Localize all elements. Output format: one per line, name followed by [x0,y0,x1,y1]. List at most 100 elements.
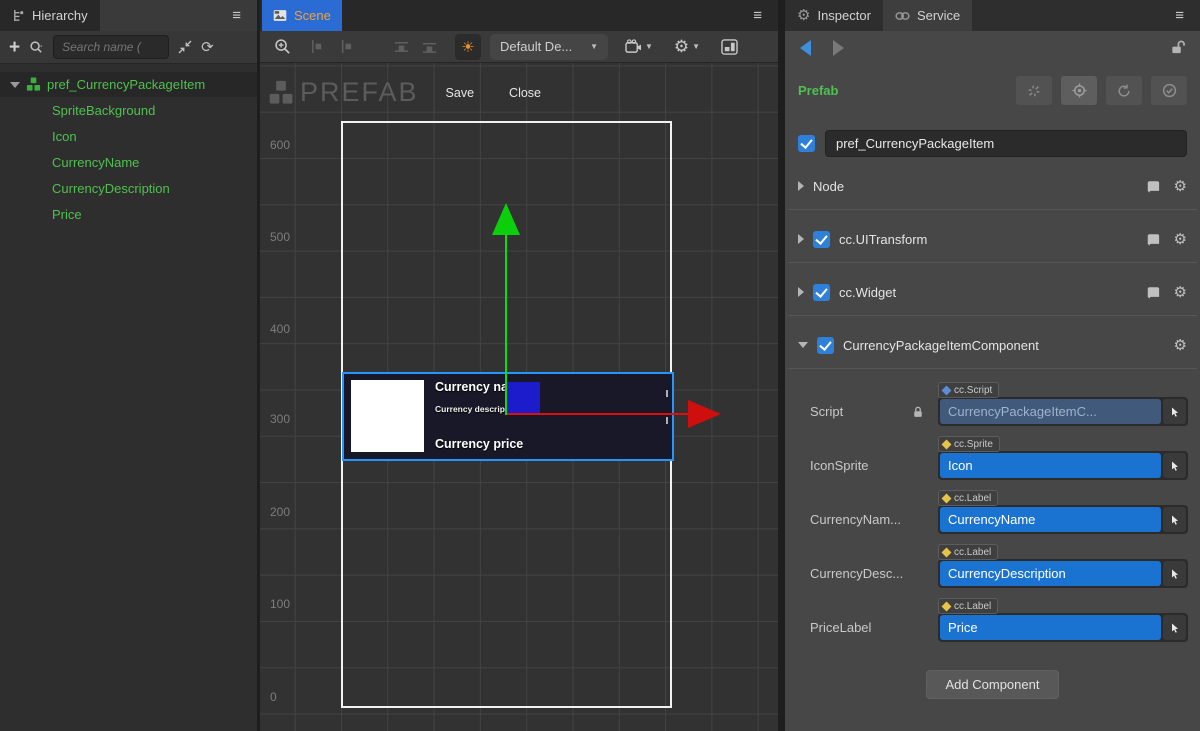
add-component-button[interactable]: Add Component [926,670,1060,699]
scene-tabbar: Scene ≡ [260,0,778,31]
locate-prefab-button[interactable] [1061,76,1097,105]
scene-menu-icon[interactable]: ≡ [753,8,778,23]
tree-node-root[interactable]: pref_CurrencyPackageItem [0,72,257,97]
x-axis-line[interactable] [507,413,689,415]
settings-caret-icon[interactable]: ▼ [692,42,700,51]
iconsprite-value[interactable]: Icon [940,453,1161,478]
pricelabel-value[interactable]: Price [940,615,1161,640]
component-gear-icon[interactable]: ⚙ [1174,285,1187,300]
component-label: CurrencyPackageItemComponent [843,338,1039,353]
device-dropdown[interactable]: Default De... ▼ [490,34,608,60]
inspector-menu-icon[interactable]: ≡ [1175,8,1200,23]
add-node-icon[interactable]: + [9,38,20,57]
asset-picker-icon[interactable] [1163,615,1186,640]
ruler-label-0: 0 [270,690,277,704]
tree-node-currencyname[interactable]: CurrencyName [0,149,257,175]
hierarchy-panel: Hierarchy ≡ + ⟳ pref_CurrencyPackageItem… [0,0,257,731]
tree-node-price[interactable]: Price [0,201,257,227]
search-input[interactable] [53,35,169,59]
tab-inspector[interactable]: ⚙ Inspector [785,0,883,31]
history-forward-icon[interactable] [833,40,844,56]
expand-arrow-icon[interactable] [798,181,804,191]
collapse-arrow-icon[interactable] [798,342,808,348]
camera-icon[interactable] [625,39,642,54]
component-header-node[interactable]: Node ⚙ [785,171,1200,201]
tab-scene[interactable]: Scene [262,0,342,31]
refresh-icon[interactable]: ⟳ [201,38,214,56]
prefab-cubes-icon [26,77,41,92]
scene-settings-gear-icon[interactable]: ⚙ [674,38,689,55]
hierarchy-tabbar: Hierarchy ≡ [0,0,257,31]
align-center-h-icon[interactable] [338,39,353,54]
component-label: cc.Widget [839,285,896,300]
asset-picker-icon[interactable] [1163,399,1186,424]
component-gear-icon[interactable]: ⚙ [1174,232,1187,247]
lock-icon [912,406,924,418]
camera-caret-icon[interactable]: ▼ [645,42,653,51]
expand-arrow-icon[interactable] [10,82,20,88]
collapse-all-icon[interactable] [178,40,192,54]
component-header-currencypackageitemcomponent[interactable]: CurrencyPackageItemComponent ⚙ [785,330,1200,360]
move-gizmo-plane-handle[interactable] [507,382,540,413]
component-header-uitransform[interactable]: cc.UITransform ⚙ [785,224,1200,254]
prop-row-iconsprite: IconSprite cc.Sprite Icon [785,451,1200,480]
docs-book-icon[interactable] [1146,233,1160,246]
save-button[interactable]: Save [446,86,475,100]
expand-arrow-icon[interactable] [798,234,804,244]
prop-row-pricelabel: PriceLabel cc.Label Price [785,613,1200,642]
history-back-icon[interactable] [800,40,811,56]
prop-row-currencyname: CurrencyNam... cc.Label CurrencyName [785,505,1200,534]
tab-hierarchy[interactable]: Hierarchy [0,0,100,31]
component-gear-icon[interactable]: ⚙ [1174,179,1187,194]
revert-prefab-button[interactable] [1106,76,1142,105]
tab-service[interactable]: Service [883,0,972,31]
tree-node-spritebackground[interactable]: SpriteBackground [0,97,257,123]
align-top-icon[interactable] [394,39,409,54]
align-middle-v-icon[interactable] [422,39,437,54]
docs-book-icon[interactable] [1146,180,1160,193]
search-filter-icon[interactable] [29,40,44,55]
component-enabled-checkbox[interactable] [817,337,834,354]
component-gear-icon[interactable]: ⚙ [1174,338,1187,353]
y-axis-arrow[interactable] [492,203,520,235]
divider [788,315,1197,316]
unlink-prefab-button[interactable] [1016,76,1052,105]
gizmo-light-button[interactable]: ☀ [455,34,481,60]
prop-label: PriceLabel [810,620,871,635]
expand-arrow-icon[interactable] [798,287,804,297]
close-button[interactable]: Close [509,86,541,100]
component-enabled-checkbox[interactable] [813,231,830,248]
type-badge: cc.Sprite [938,436,1000,452]
prefab-watermark-cubes-icon [268,80,294,106]
y-axis-line[interactable] [505,235,507,415]
component-enabled-checkbox[interactable] [813,284,830,301]
currencyname-value[interactable]: CurrencyName [940,507,1161,532]
type-diamond-icon [942,493,952,503]
layout-panes-icon[interactable] [721,39,738,55]
tree-node-currencydescription[interactable]: CurrencyDescription [0,175,257,201]
zoom-region-icon[interactable] [274,38,291,55]
sprite-icon-placeholder[interactable] [351,380,424,452]
apply-prefab-button[interactable] [1151,76,1187,105]
asset-picker-icon[interactable] [1163,561,1186,586]
currencydescription-value[interactable]: CurrencyDescription [940,561,1161,586]
node-name-input[interactable] [825,130,1187,157]
asset-picker-icon[interactable] [1163,453,1186,478]
prop-field-box: cc.Label CurrencyName [938,505,1188,534]
unlock-icon[interactable] [1170,40,1185,55]
service-link-icon [895,11,910,21]
align-left-icon[interactable] [310,39,325,54]
script-value[interactable]: CurrencyPackageItemC... [940,399,1161,424]
scene-canvas[interactable]: PREFAB Save Close 600 500 400 300 200 10… [260,63,778,731]
component-header-widget[interactable]: cc.Widget ⚙ [785,277,1200,307]
panel-divider[interactable] [778,0,785,731]
device-dropdown-value: Default De... [500,39,572,54]
hierarchy-menu-icon[interactable]: ≡ [232,8,241,23]
tree-node-icon[interactable]: Icon [0,123,257,149]
docs-book-icon[interactable] [1146,286,1160,299]
x-axis-arrow[interactable] [688,400,721,428]
tree-root-label: pref_CurrencyPackageItem [47,77,205,92]
node-active-checkbox[interactable] [798,135,815,152]
asset-picker-icon[interactable] [1163,507,1186,532]
prefab-asset-row: Prefab [785,76,1200,105]
